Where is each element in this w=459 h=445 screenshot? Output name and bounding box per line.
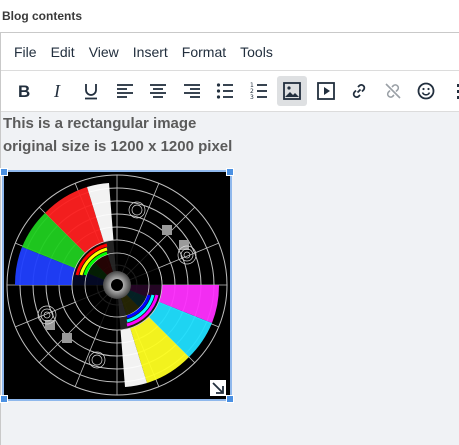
resize-handle-top-left[interactable] (0, 168, 8, 176)
menu-file[interactable]: File (7, 40, 44, 64)
menu-format[interactable]: Format (175, 40, 233, 64)
align-right-button[interactable] (177, 76, 207, 106)
underline-icon (85, 84, 97, 100)
rich-text-editor: File Edit View Insert Format Tools B I 1… (0, 32, 459, 445)
menu-tools[interactable]: Tools (233, 40, 280, 64)
content-line-2: original size is 1200 x 1200 pixel (3, 138, 233, 155)
more-button[interactable] (445, 76, 459, 106)
italic-icon: I (53, 81, 61, 101)
insert-media-button[interactable] (311, 76, 341, 106)
media-icon (316, 82, 335, 100)
bullet-list-icon (216, 83, 233, 99)
editor-page: Blog contents File Edit View Insert Form… (0, 0, 459, 445)
align-center-button[interactable] (143, 76, 173, 106)
menu-edit[interactable]: Edit (44, 40, 82, 64)
bold-button[interactable]: B (9, 76, 39, 106)
menu-insert[interactable]: Insert (126, 40, 175, 64)
unlink-icon (384, 83, 401, 99)
insert-image-button[interactable] (277, 76, 307, 106)
content-line-1: This is a rectangular image (3, 115, 197, 132)
underline-button[interactable] (76, 76, 106, 106)
emoticon-icon (417, 82, 435, 100)
align-left-icon (116, 84, 133, 98)
svg-text:I: I (53, 81, 61, 101)
selected-image[interactable] (0, 168, 234, 403)
resize-handle-top-right[interactable] (226, 168, 234, 176)
bullet-list-button[interactable] (210, 76, 240, 106)
align-left-button[interactable] (110, 76, 140, 106)
field-label: Blog contents (2, 9, 82, 23)
align-center-icon (150, 84, 166, 98)
more-icon (456, 84, 459, 99)
resize-handle-bottom-left[interactable] (0, 395, 8, 403)
svg-text:B: B (18, 82, 30, 101)
align-right-icon (183, 84, 200, 98)
resize-handle-bottom-right[interactable] (226, 395, 234, 403)
svg-text:3: 3 (250, 94, 254, 101)
numbered-list-icon: 123 (250, 82, 267, 101)
test-pattern-image (4, 172, 230, 399)
emoticon-button[interactable] (411, 76, 441, 106)
unlink-button[interactable] (378, 76, 408, 106)
resize-corner-icon[interactable] (210, 380, 226, 396)
toolbar: B I 123 (1, 71, 459, 112)
numbered-list-button[interactable]: 123 (244, 76, 274, 106)
italic-button[interactable]: I (43, 76, 73, 106)
image-icon (283, 82, 301, 100)
menubar: File Edit View Insert Format Tools (1, 33, 459, 71)
insert-link-button[interactable] (344, 76, 374, 106)
menu-view[interactable]: View (82, 40, 126, 64)
editor-content[interactable]: This is a rectangular image original siz… (0, 112, 459, 445)
bold-icon: B (18, 82, 30, 101)
link-icon (352, 84, 366, 98)
